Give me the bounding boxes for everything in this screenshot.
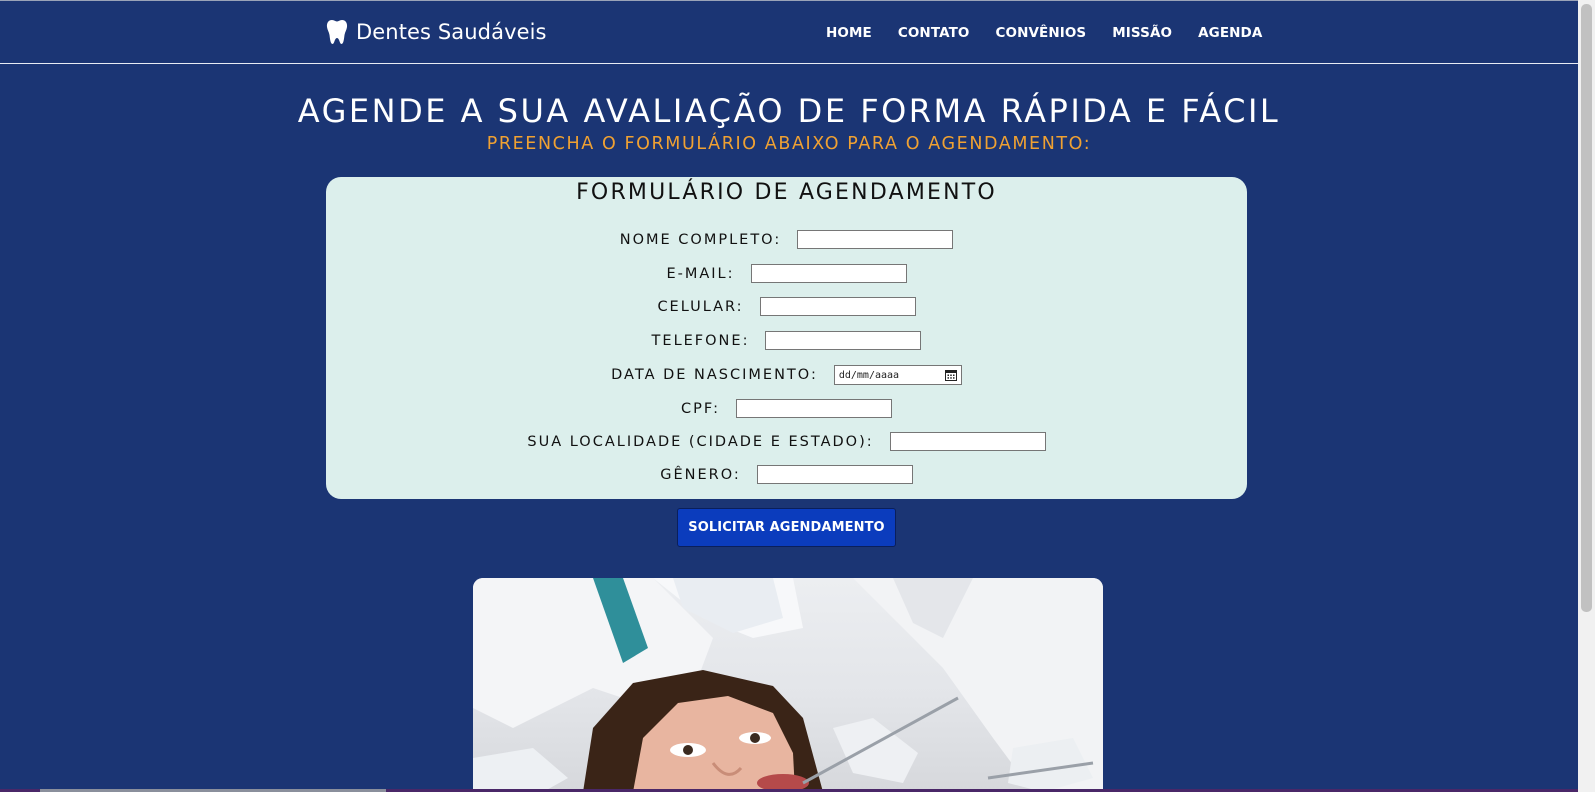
brand-name: Dentes Saudáveis — [356, 20, 547, 44]
cpf-label: CPF: — [681, 400, 720, 417]
nav-contato[interactable]: CONTATO — [898, 25, 970, 41]
telefone-input[interactable] — [765, 331, 922, 350]
email-label: E-MAIL: — [666, 265, 735, 282]
form-title: FORMULÁRIO DE AGENDAMENTO — [576, 180, 997, 205]
name-input[interactable] — [797, 230, 954, 249]
nav-missao[interactable]: MISSÃO — [1112, 25, 1172, 41]
field-row-location: SUA LOCALIDADE (CIDADE E ESTADO): — [326, 432, 1247, 451]
site-header: Dentes Saudáveis HOME CONTATO CONVÊNIOS … — [0, 1, 1578, 64]
location-label: SUA LOCALIDADE (CIDADE E ESTADO): — [527, 433, 874, 450]
gender-input[interactable] — [756, 465, 913, 484]
location-input[interactable] — [889, 432, 1046, 451]
telefone-label: TELEFONE: — [651, 332, 750, 349]
calendar-icon[interactable] — [944, 369, 957, 381]
gender-label: GÊNERO: — [660, 466, 741, 483]
birthdate-input[interactable]: dd/mm/aaaa — [833, 365, 962, 385]
dentist-photo — [473, 578, 1103, 792]
field-row-cpf: CPF: — [326, 399, 1247, 418]
birthdate-label: DATA DE NASCIMENTO: — [611, 367, 818, 383]
birthdate-placeholder: dd/mm/aaaa — [838, 369, 900, 381]
field-row-gender: GÊNERO: — [326, 465, 1247, 484]
celular-label: CELULAR: — [657, 298, 744, 315]
field-row-celular: CELULAR: — [326, 297, 1247, 316]
nav-home[interactable]: HOME — [826, 25, 872, 41]
email-input[interactable] — [750, 264, 907, 283]
main-nav: HOME CONTATO CONVÊNIOS MISSÃO AGENDA — [826, 25, 1262, 41]
celular-input[interactable] — [759, 297, 916, 316]
page-subtitle: PREENCHA O FORMULÁRIO ABAIXO PARA O AGEN… — [486, 134, 1092, 154]
scrollbar-thumb[interactable] — [1581, 4, 1592, 612]
scrollbar[interactable] — [1578, 0, 1595, 792]
field-row-email: E-MAIL: — [326, 264, 1247, 283]
nav-agenda[interactable]: AGENDA — [1198, 25, 1262, 41]
submit-button[interactable]: SOLICITAR AGENDAMENTO — [677, 508, 896, 547]
name-label: NOME COMPLETO: — [619, 231, 782, 248]
tooth-icon — [326, 19, 348, 45]
field-row-telefone: TELEFONE: — [326, 331, 1247, 350]
cpf-input[interactable] — [735, 399, 892, 418]
brand[interactable]: Dentes Saudáveis — [326, 19, 547, 45]
field-row-birthdate: DATA DE NASCIMENTO: dd/mm/aaaa — [326, 365, 1247, 385]
page-title: AGENDE A SUA AVALIAÇÃO DE FORMA RÁPIDA E… — [297, 92, 1281, 130]
nav-convenios[interactable]: CONVÊNIOS — [995, 25, 1086, 41]
appointment-form: FORMULÁRIO DE AGENDAMENTO NOME COMPLETO:… — [326, 177, 1247, 499]
field-row-name: NOME COMPLETO: — [326, 230, 1247, 249]
